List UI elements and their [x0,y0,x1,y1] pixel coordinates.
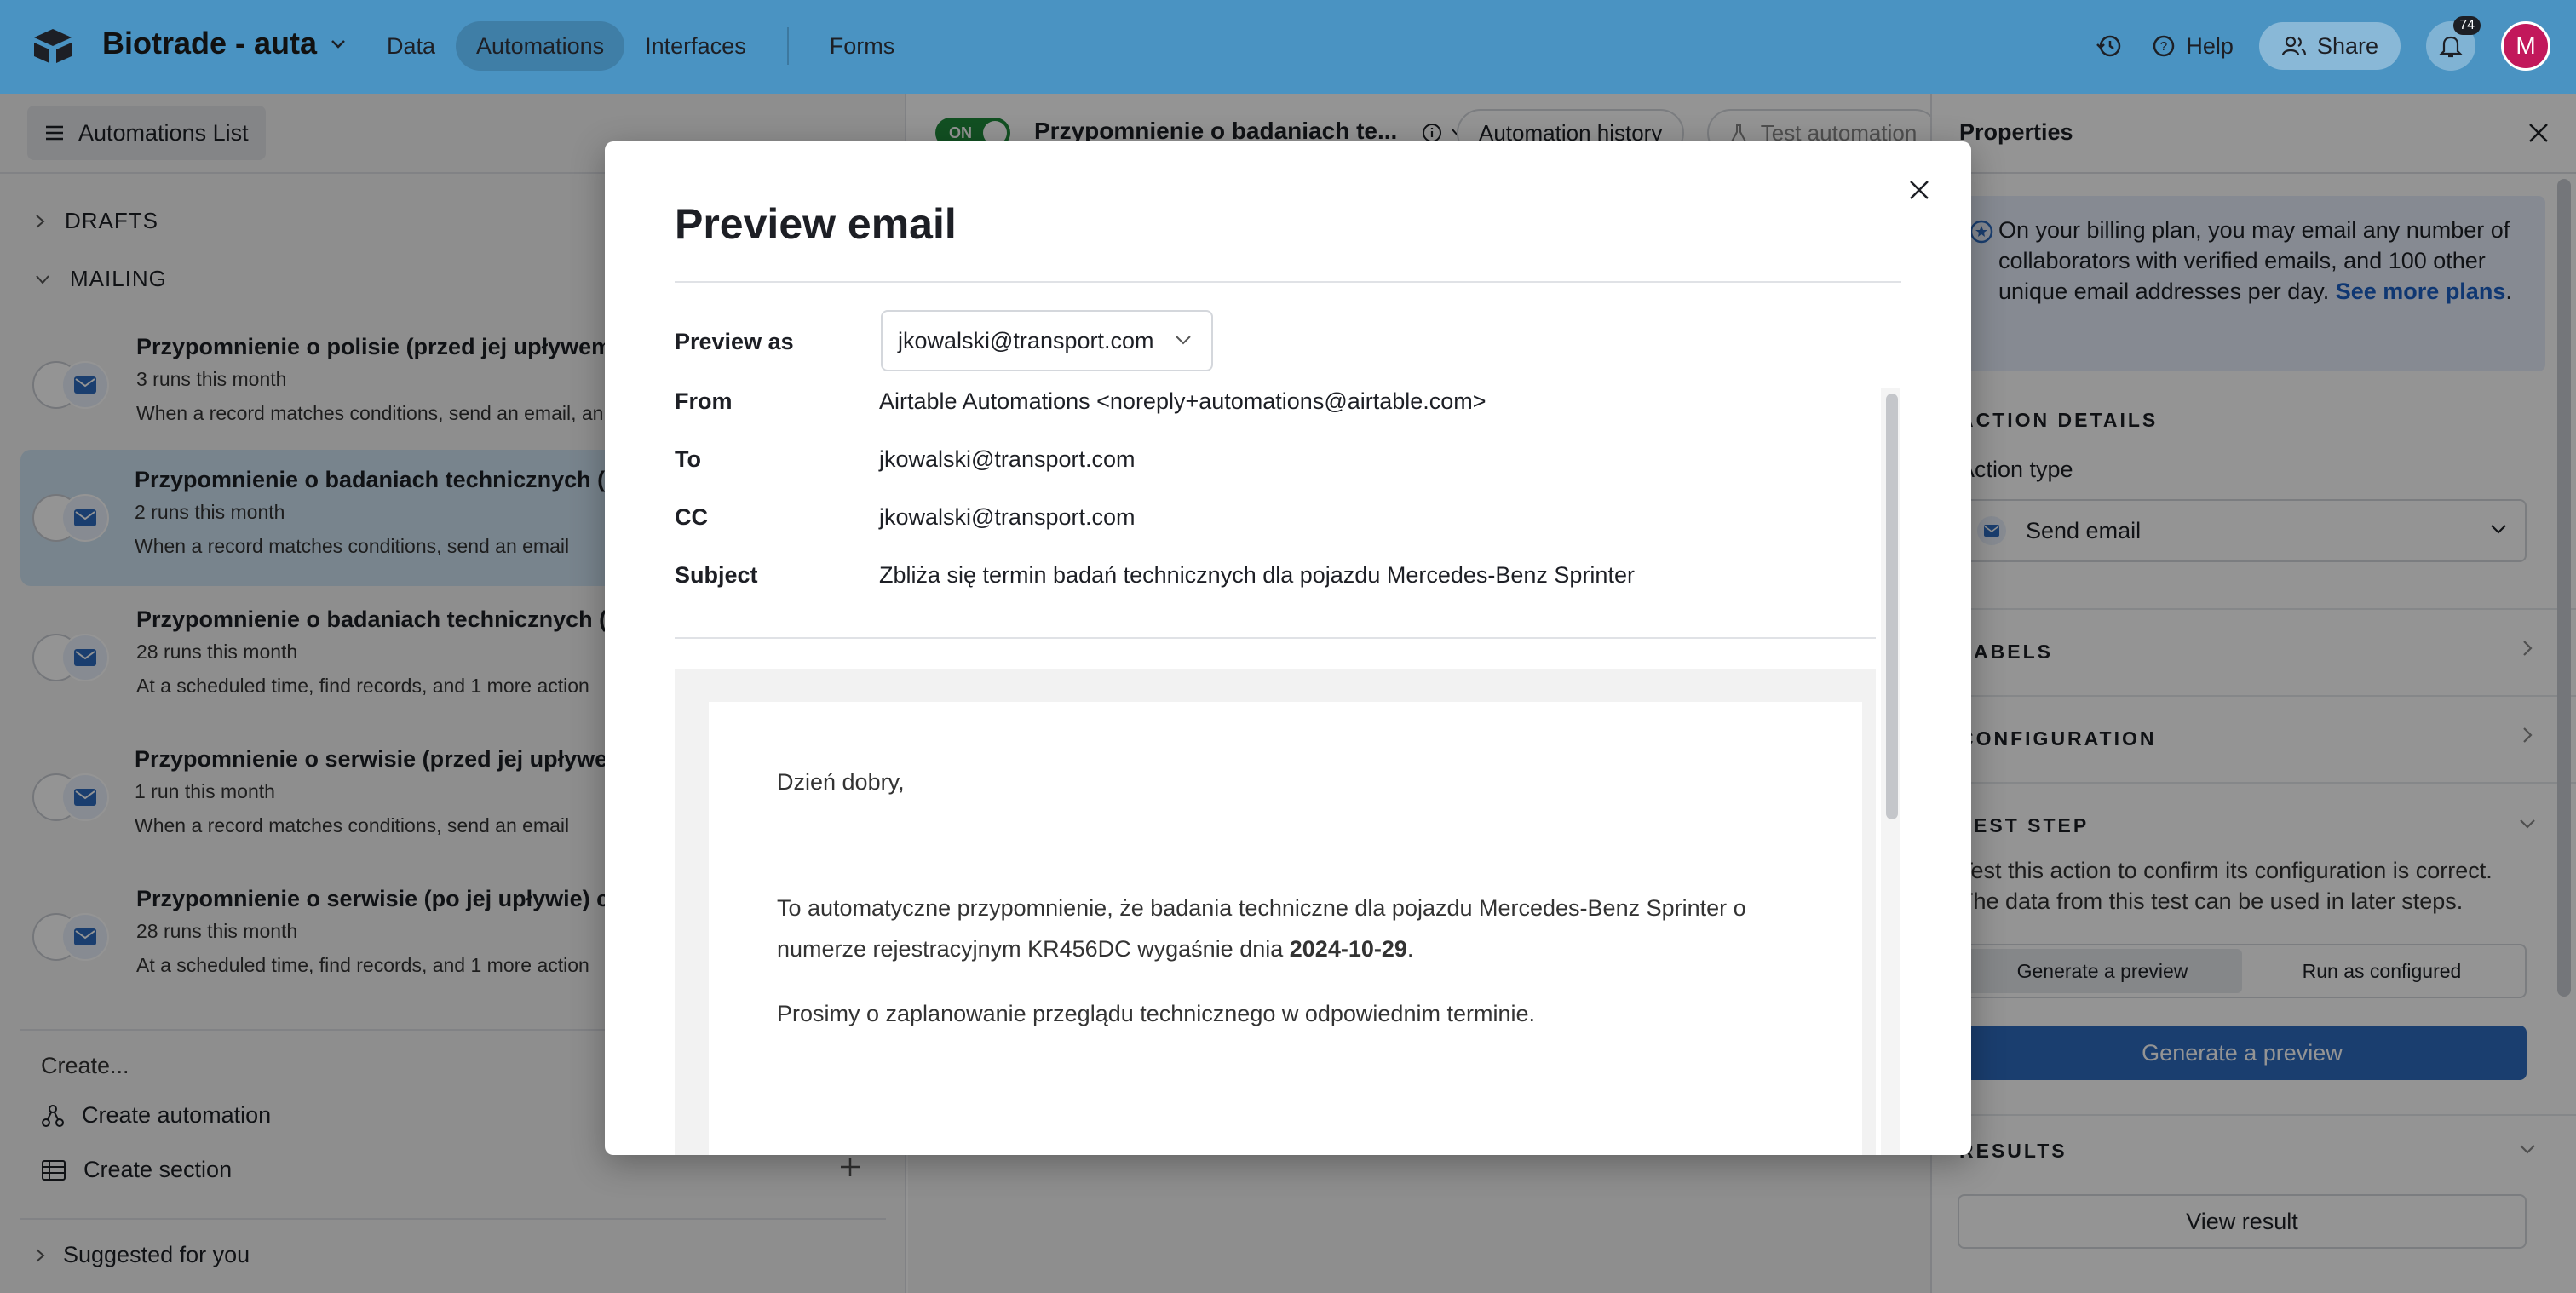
divider [675,637,1876,639]
help-label: Help [2186,32,2234,59]
svg-text:?: ? [2160,39,2167,54]
avatar[interactable]: M [2501,21,2550,71]
nav-interfaces[interactable]: Interfaces [624,21,767,71]
nav-automations[interactable]: Automations [456,21,625,71]
from-value: Airtable Automations <noreply+automation… [879,388,1486,414]
email-body: Dzień dobry, To automatyczne przypomnien… [709,702,1862,1155]
email-paragraph-2: Prosimy o zaplanowanie przeglądu technic… [777,1001,1535,1026]
preview-as-select[interactable]: jkowalski@transport.com [881,310,1213,371]
cc-label: CC [675,504,708,530]
top-bar: Biotrade - auta Data Automations Interfa… [0,0,2576,94]
preview-email-modal: Preview email Preview as jkowalski@trans… [605,141,1971,1155]
history-icon[interactable] [2092,29,2126,63]
email-p1-text: To automatyczne przypomnienie, że badani… [777,895,1746,962]
nav-forms[interactable]: Forms [809,21,916,71]
subject-value: Zbliża się termin badań technicznych dla… [879,562,1635,588]
modal-title: Preview email [675,200,957,248]
main-nav: Data Automations Interfaces Forms [366,20,915,72]
share-label: Share [2316,32,2378,59]
bell-icon [2439,36,2463,58]
top-right-controls: ? Help Share 74 M [2092,16,2550,72]
base-name-dropdown[interactable]: Biotrade - auta [102,26,348,61]
scrollbar[interactable] [1886,394,1898,819]
help-icon: ? [2153,35,2175,57]
to-label: To [675,446,701,472]
email-greeting: Dzień dobry, [777,769,905,795]
preview-as-value: jkowalski@transport.com [898,327,1154,353]
share-button[interactable]: Share [2258,22,2401,70]
notification-count-badge: 74 [2453,16,2481,35]
cc-value: jkowalski@transport.com [879,504,1136,530]
email-p1-end: . [1406,936,1414,962]
notifications-button[interactable]: 74 [2426,16,2481,71]
base-name: Biotrade - auta [102,26,318,60]
nav-divider [786,27,789,65]
email-paragraph-1: To automatyczne przypomnienie, że badani… [777,888,1799,969]
email-expiry-date: 2024-10-29 [1289,936,1407,962]
chevron-down-icon [331,40,345,49]
divider [675,281,1901,283]
from-label: From [675,388,733,414]
close-icon[interactable] [1906,177,1932,203]
nav-data[interactable]: Data [366,21,456,71]
help-button[interactable]: ? Help [2152,33,2234,60]
people-icon [2281,36,2307,56]
preview-as-label: Preview as [675,329,794,354]
to-value: jkowalski@transport.com [879,446,1136,472]
chevron-down-icon [1176,336,1191,345]
airtable-logo-icon[interactable] [31,26,75,66]
email-preview-frame: Dzień dobry, To automatyczne przypomnien… [675,669,1876,1155]
subject-label: Subject [675,562,758,588]
